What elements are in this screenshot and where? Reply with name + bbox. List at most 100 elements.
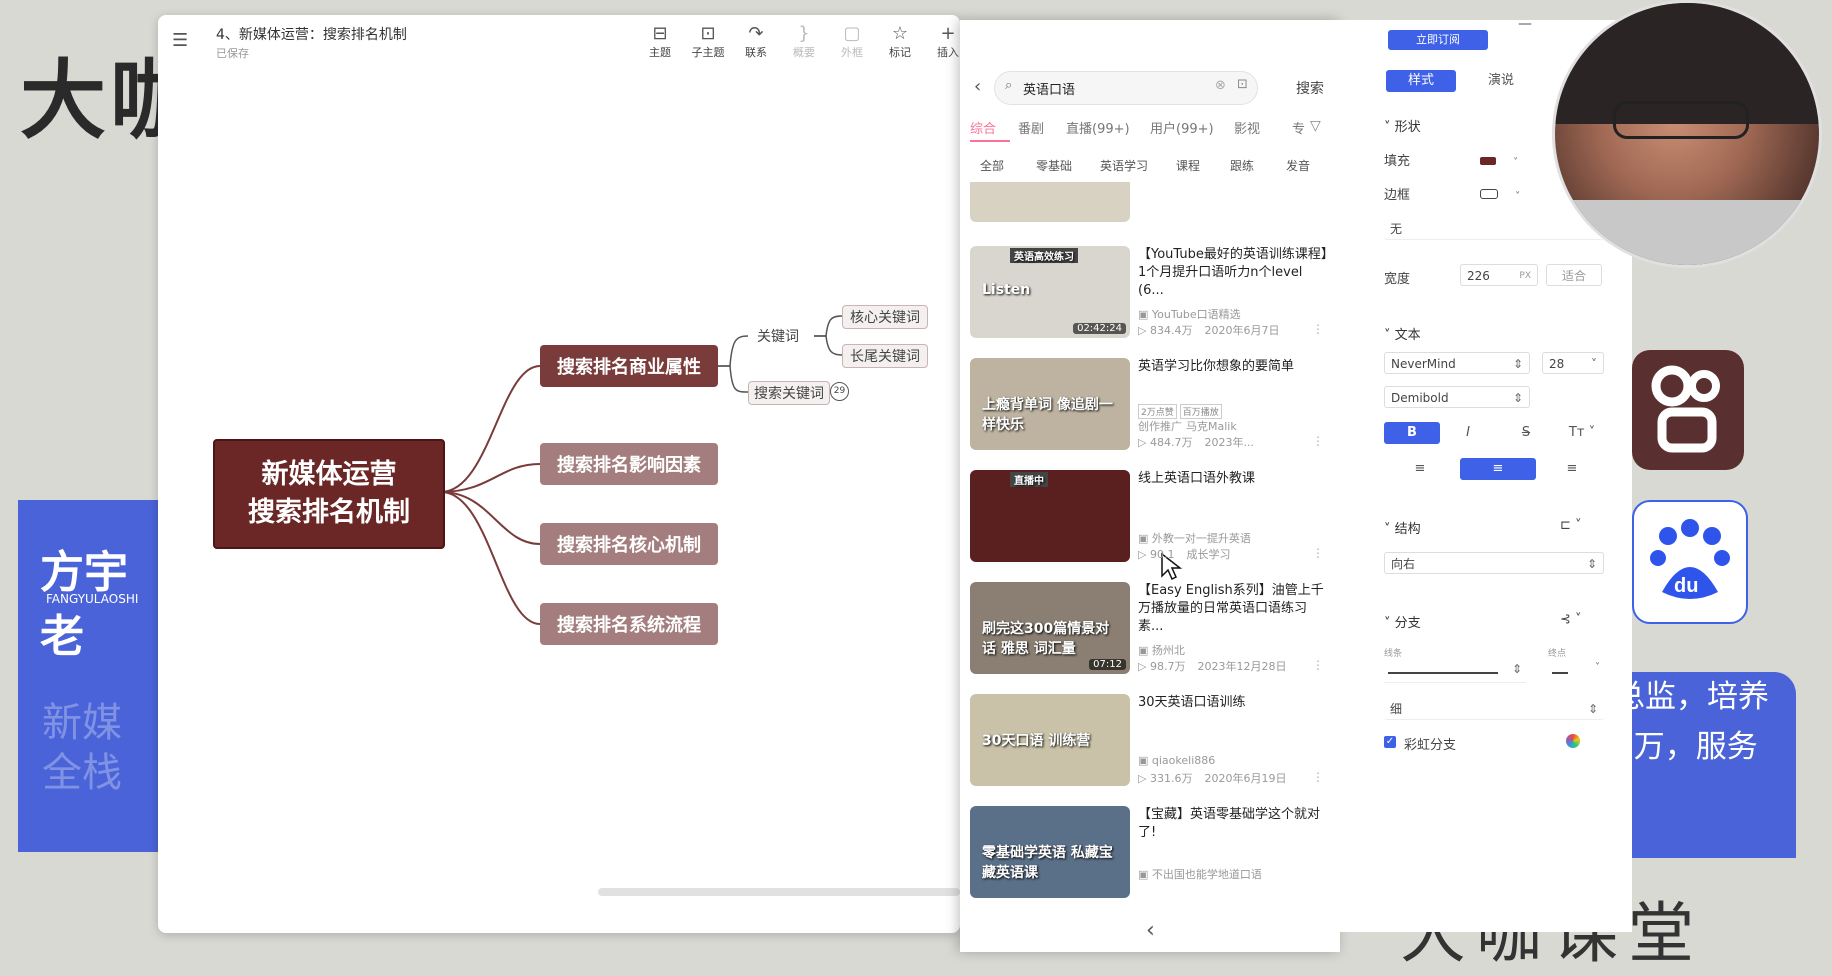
video-title[interactable]: 【宝藏】英语零基础学这个就对了!: [1138, 806, 1330, 842]
align-center-button[interactable]: ≡: [1460, 458, 1536, 480]
horizontal-scrollbar[interactable]: [598, 888, 960, 896]
video-thumbnail[interactable]: 30天口语 训练营: [970, 694, 1130, 786]
line-sample: [1388, 672, 1498, 674]
border-style-dropdown[interactable]: ˅: [1480, 184, 1522, 204]
toolbar-marker-button[interactable]: ☆ 标记: [880, 24, 920, 60]
video-thumbnail[interactable]: 直播中: [970, 470, 1130, 562]
more-options-icon[interactable]: ⋮: [1312, 546, 1324, 560]
font-size-select[interactable]: 28 ˅: [1542, 352, 1604, 374]
bili-tab[interactable]: 影视: [1234, 118, 1260, 137]
bili-filter-chip[interactable]: 英语学习: [1100, 157, 1148, 174]
text-case-dropdown[interactable]: Tт ˅: [1560, 422, 1604, 444]
section-shape[interactable]: ˅ 形状: [1384, 116, 1421, 135]
mindmap-root-node[interactable]: 新媒体运营 搜索排名机制: [213, 439, 445, 549]
section-text[interactable]: ˅ 文本: [1384, 324, 1421, 343]
more-options-icon[interactable]: ⋮: [1312, 658, 1324, 672]
font-family-select[interactable]: NeverMind ⇕: [1384, 352, 1530, 374]
rainbow-branch-checkbox[interactable]: ✓: [1384, 736, 1396, 748]
leaf-core-keyword[interactable]: 核心关键词: [842, 305, 928, 329]
line-thickness-select[interactable]: 细 ⇕: [1384, 698, 1604, 720]
search-input[interactable]: ⌕ 英语口语 ⊗ ⊡: [994, 71, 1258, 105]
video-title[interactable]: 线上英语口语外教课: [1138, 470, 1330, 488]
tab-style[interactable]: 样式: [1386, 70, 1456, 92]
video-result-item[interactable]: 英语高效练习 Listen 02:42:24 【YouTube最好的英语训练课程】1个…: [970, 246, 1338, 342]
subtopic-keyword[interactable]: 关键词: [748, 325, 808, 347]
subscribe-button[interactable]: 立即订阅: [1388, 30, 1488, 50]
video-result-item[interactable]: 直播中 线上英语口语外教课 ▣ 外教一对一提升英语 ▷ 90.1 成长学习 ⋮: [970, 470, 1338, 566]
align-left-button[interactable]: ≡: [1384, 458, 1456, 480]
section-structure[interactable]: ˅ 结构: [1384, 518, 1421, 537]
toolbar-label: 标记: [889, 46, 911, 59]
panel-collapse-chevron-icon[interactable]: ‹: [1146, 918, 1155, 943]
structure-type-icon[interactable]: ⊏ ˅: [1560, 518, 1582, 533]
bili-tab[interactable]: 综合: [970, 118, 996, 137]
branch-node-commercial[interactable]: 搜索排名商业属性: [540, 345, 718, 387]
video-title[interactable]: 【Easy English系列】油管上千万播放量的日常英语口语练习素...: [1138, 582, 1330, 636]
more-options-icon[interactable]: ⋮: [1312, 434, 1324, 448]
video-result-item[interactable]: 零基础学英语 私藏宝藏英语课 【宝藏】英语零基础学这个就对了! ▣ 不出国也能学地道…: [970, 806, 1338, 902]
width-input[interactable]: 226 PX: [1460, 264, 1538, 286]
bili-tab[interactable]: 专: [1292, 118, 1305, 137]
collapsed-count-badge[interactable]: 29: [830, 382, 849, 401]
cut-off-video-thumbnail[interactable]: [970, 182, 1130, 222]
bili-filter-chip[interactable]: 跟练: [1230, 157, 1254, 174]
toolbar-insert-button[interactable]: + 插入: [928, 24, 968, 60]
align-right-button[interactable]: ≡: [1540, 458, 1604, 480]
back-icon[interactable]: ‹: [974, 76, 981, 97]
video-uploader[interactable]: ▣ 扬州北: [1138, 642, 1185, 658]
branch-node-core-mechanism[interactable]: 搜索排名核心机制: [540, 523, 718, 565]
filter-icon[interactable]: ▽: [1310, 118, 1321, 134]
video-title[interactable]: 英语学习比你想象的要简单: [1138, 358, 1330, 376]
search-button[interactable]: 搜索: [1296, 78, 1324, 98]
bili-tab[interactable]: 直播(99+): [1066, 118, 1130, 137]
video-result-item[interactable]: 刷完这300篇情景对话 雅思 词汇量 07:12 【Easy English系列】油…: [970, 582, 1338, 678]
stepper-icon: ⇕: [1587, 702, 1598, 716]
fit-width-button[interactable]: 适合: [1546, 264, 1602, 286]
video-uploader[interactable]: ▣ YouTube口语精选: [1138, 306, 1241, 322]
video-uploader[interactable]: 创作推广 马克Malik: [1138, 418, 1237, 434]
leaf-long-tail-keyword[interactable]: 长尾关键词: [842, 344, 928, 368]
video-uploader[interactable]: ▣ qiaokeli886: [1138, 754, 1215, 767]
more-options-icon[interactable]: ⋮: [1312, 322, 1324, 336]
bili-filter-chip[interactable]: 零基础: [1036, 157, 1072, 174]
more-options-icon[interactable]: ⋮: [1312, 770, 1324, 784]
video-result-item[interactable]: 上瘾背单词 像追剧一样快乐 英语学习比你想象的要简单 2万点赞 百万播放 创作推广 马克M…: [970, 358, 1338, 454]
branch-node-system-flow[interactable]: 搜索排名系统流程: [540, 603, 718, 645]
toolbar-relation-button[interactable]: ↷ 联系: [736, 24, 776, 60]
tab-presentation[interactable]: 演说: [1466, 70, 1536, 92]
video-title[interactable]: 30天英语口语训练: [1138, 694, 1330, 712]
video-uploader[interactable]: ▣ 不出国也能学地道口语: [1138, 866, 1262, 882]
branch-style-icon[interactable]: ⊰ ˅: [1560, 612, 1582, 627]
video-uploader[interactable]: ▣ 外教一对一提升英语: [1138, 530, 1251, 546]
bold-toggle[interactable]: B: [1384, 422, 1440, 444]
bili-tab[interactable]: 番剧: [1018, 118, 1044, 137]
line-end-select[interactable]: ˅: [1548, 662, 1604, 682]
subtopic-search-keyword[interactable]: 搜索关键词: [748, 381, 830, 405]
structure-direction-select[interactable]: 向右 ⇕: [1384, 552, 1604, 574]
bili-tab[interactable]: 用户(99+): [1150, 118, 1214, 137]
italic-toggle[interactable]: I: [1448, 422, 1488, 444]
section-branch[interactable]: ˅ 分支: [1384, 612, 1421, 631]
toolbar-summary-button[interactable]: } 概要: [784, 24, 824, 60]
line-style-select[interactable]: ⇕: [1384, 662, 1526, 683]
rainbow-palette-icon[interactable]: [1566, 734, 1580, 748]
camera-icon[interactable]: ⊡: [1237, 77, 1248, 92]
bili-filter-chip[interactable]: 课程: [1176, 157, 1200, 174]
minimize-icon[interactable]: —: [1518, 16, 1532, 32]
font-weight-select[interactable]: Demibold ⇕: [1384, 386, 1530, 408]
video-title[interactable]: 【YouTube最好的英语训练课程】1个月提升口语听力n个level (6...: [1138, 246, 1330, 300]
toolbar-subtopic-button[interactable]: ⊡ 子主题: [688, 24, 728, 60]
toolbar-topic-button[interactable]: ⊟ 主题: [640, 24, 680, 60]
bili-filter-chip[interactable]: 发音: [1286, 157, 1310, 174]
clear-icon[interactable]: ⊗: [1215, 78, 1226, 93]
video-thumbnail[interactable]: 上瘾背单词 像追剧一样快乐: [970, 358, 1130, 450]
bili-filter-chip[interactable]: 全部: [980, 157, 1004, 174]
video-thumbnail[interactable]: 零基础学英语 私藏宝藏英语课: [970, 806, 1130, 898]
video-thumbnail[interactable]: 英语高效练习 Listen 02:42:24: [970, 246, 1130, 338]
video-thumbnail[interactable]: 刷完这300篇情景对话 雅思 词汇量 07:12: [970, 582, 1130, 674]
video-result-item[interactable]: 30天口语 训练营 30天英语口语训练 ▣ qiaokeli886 ▷ 331.6万 2…: [970, 694, 1338, 790]
strikethrough-toggle[interactable]: S: [1506, 422, 1546, 444]
branch-node-factors[interactable]: 搜索排名影响因素: [540, 443, 718, 485]
toolbar-boundary-button[interactable]: ▢ 外框: [832, 24, 872, 60]
fill-color-dropdown[interactable]: ˅: [1480, 150, 1522, 170]
